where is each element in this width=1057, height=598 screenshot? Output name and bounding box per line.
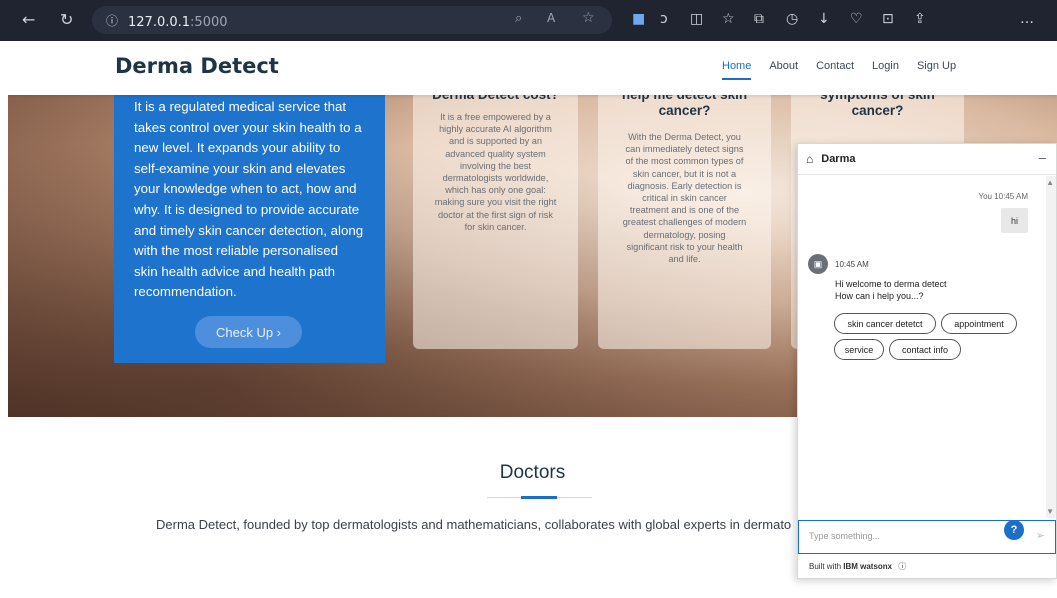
card-title: Derma Detect cost? [423, 95, 568, 103]
intro-line: new level. It expands your ability to [134, 140, 341, 156]
intro-line: why. It is designed to provide accurate [134, 201, 360, 217]
collections-icon[interactable]: ⧉ [754, 11, 764, 27]
bot-line: How can i help you...? [835, 291, 924, 301]
performance-icon[interactable]: ♡ [850, 11, 863, 27]
chat-input-placeholder: Type something... [809, 531, 881, 541]
card-line: and is supported by an [449, 136, 542, 147]
intro-line: skin health advice and health path [134, 263, 336, 279]
share-icon[interactable]: ⇪ [914, 11, 926, 27]
bot-avatar-icon: ▣ [808, 254, 828, 274]
chat-messages: You 10:45 AM hi ▣ 10:45 AM Hi welcome to… [798, 176, 1048, 540]
card-line: diagnosis. Early detection is [627, 180, 742, 191]
url-port: :5000 [190, 14, 228, 30]
split-icon[interactable]: ◫ [690, 11, 703, 27]
nav-signup-link[interactable]: Sign Up [917, 60, 956, 80]
card-line: greatest challenges of modern [622, 217, 747, 228]
card-line: treatment and is one of the [629, 205, 740, 216]
card-line: With the Derma Detect, you [628, 132, 741, 142]
favorites-icon[interactable]: ☆ [722, 11, 735, 27]
favorite-icon[interactable]: ☆ [582, 10, 595, 26]
card-title-line: cancer? [658, 103, 711, 118]
card-line: advanced quality system [445, 148, 546, 159]
nav-about-link[interactable]: About [769, 60, 798, 80]
chat-title: Darma [821, 153, 856, 165]
more-icon[interactable]: … [1020, 11, 1034, 27]
user-timestamp: You 10:45 AM [978, 192, 1028, 201]
card-line: critical in skin cancer [642, 193, 727, 204]
nav-links: Home About Contact Login Sign Up [722, 60, 956, 80]
send-icon[interactable]: ➢ [1036, 529, 1045, 542]
read-aloud-icon[interactable]: A [547, 11, 555, 25]
info-icon[interactable]: ⓘ [106, 12, 118, 29]
chip-appointment[interactable]: appointment [941, 313, 1017, 334]
card-title-line: cancer? [851, 103, 904, 118]
nav-home-link[interactable]: Home [722, 60, 752, 80]
intro-line: your knowledge when to act, how and [134, 181, 357, 197]
screenshot-icon[interactable]: ⊡ [882, 11, 894, 27]
home-icon[interactable]: ⌂ [806, 152, 813, 166]
card-title-line: symptoms of skin [801, 95, 954, 103]
card-line: highly accurate AI algorithm [439, 124, 552, 135]
info-card-detect: help me detect skin cancer? With the Der… [598, 95, 771, 349]
chip-contact-info[interactable]: contact info [889, 339, 961, 360]
user-message: hi [1001, 208, 1028, 233]
card-line: which has only one goal: [445, 185, 546, 196]
intro-line: takes control over your skin health to a [134, 119, 362, 135]
card-body: It is a free empowered by a highly accur… [423, 111, 568, 233]
history-icon[interactable]: ◷ [786, 11, 798, 27]
intro-line: self-examine your skin and elevates [134, 160, 346, 176]
brand-logo[interactable]: Derma Detect [115, 54, 279, 78]
nav-login-link[interactable]: Login [872, 60, 899, 80]
address-bar[interactable]: ⓘ 127.0.0.1:5000 ⌕ A ☆ [92, 6, 612, 34]
doctors-description: Derma Detect, founded by top dermatologi… [156, 517, 792, 532]
card-line: can immediately detect signs [625, 144, 744, 155]
footer-brand: IBM watsonx [843, 562, 893, 571]
intro-line: It is a regulated medical service that [134, 99, 347, 114]
minimize-button[interactable]: – [1039, 150, 1046, 165]
copilot-icon[interactable]: ↄ [660, 11, 668, 27]
intro-line: with the most reliable personalised [134, 243, 338, 259]
browser-toolbar: ← ↻ ⓘ 127.0.0.1:5000 ⌕ A ☆ ■ ↄ ◫ ☆ ⧉ ◷ ↓… [0, 0, 1057, 41]
info-card-cost: Derma Detect cost? It is a free empowere… [413, 95, 578, 349]
bot-line: Hi welcome to derma detect [835, 279, 947, 289]
footer-prefix: Built with [809, 562, 844, 571]
bot-timestamp: 10:45 AM [835, 260, 869, 269]
chat-footer: Built with IBM watsonx ⓘ [809, 561, 906, 572]
card-title-line: help me detect skin [608, 95, 761, 103]
navbar: Derma Detect Home About Contact Login Si… [8, 41, 1057, 95]
card-line: dermatology, posing [643, 229, 726, 240]
nav-contact-link[interactable]: Contact [816, 60, 854, 80]
extension-icon[interactable]: ■ [632, 11, 645, 27]
back-icon[interactable]: ← [22, 10, 35, 29]
card-line: of the most common types of [625, 156, 744, 167]
card-line: skin cancer, but it is not a [632, 168, 737, 179]
card-line: involving the best [460, 160, 531, 171]
card-line: making sure you visit the right [434, 197, 557, 208]
chat-widget: ⌂ Darma – ▲ ▼ You 10:45 AM hi ▣ 10:45 AM… [797, 143, 1057, 579]
check-up-button[interactable]: Check Up › [195, 316, 302, 348]
chip-service[interactable]: service [834, 339, 884, 360]
card-line: significant risk to your health [626, 241, 743, 252]
zoom-icon[interactable]: ⌕ [515, 11, 522, 26]
download-icon[interactable]: ↓ [818, 11, 830, 27]
chat-header: ⌂ Darma – [798, 144, 1056, 175]
card-line: dermatologists worldwide, [442, 173, 549, 184]
bot-message: Hi welcome to derma detect How can i hel… [835, 278, 947, 302]
card-line: for skin cancer. [464, 221, 527, 232]
url-host: 127.0.0.1 [128, 14, 191, 30]
intro-line: and timely skin cancer detection, along [134, 222, 364, 238]
chat-input[interactable]: Type something... ➢ [798, 520, 1056, 554]
card-body: With the Derma Detect, you can immediate… [608, 131, 761, 265]
chip-skin-cancer-detect[interactable]: skin cancer detetct [834, 313, 936, 334]
refresh-icon[interactable]: ↻ [60, 10, 73, 29]
title-divider [487, 496, 592, 499]
intro-line: recommendation. [134, 284, 237, 300]
card-line: doctor at the first sign of risk [438, 209, 553, 220]
card-line: It is a free empowered by a [440, 112, 551, 122]
card-line: and life. [668, 254, 701, 265]
info-icon[interactable]: ⓘ [898, 562, 906, 571]
intro-panel: It is a regulated medical service that t… [114, 95, 385, 363]
